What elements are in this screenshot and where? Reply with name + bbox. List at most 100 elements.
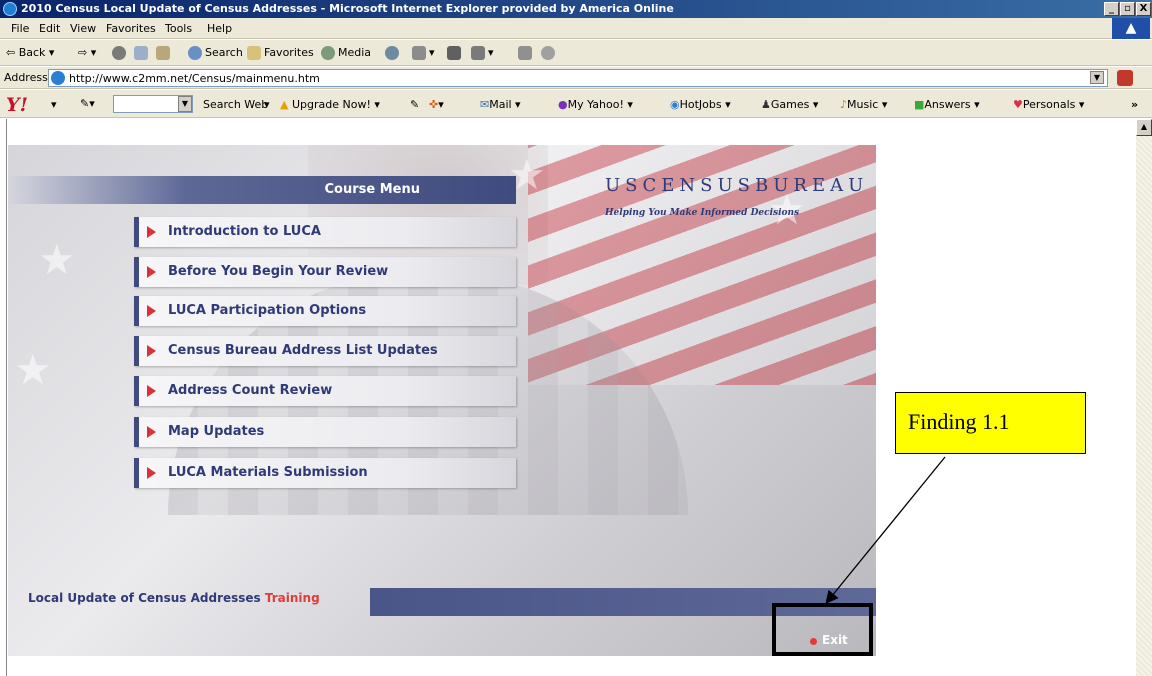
- internet-explorer-icon: [3, 2, 17, 16]
- close-button[interactable]: X: [1136, 2, 1151, 16]
- back-button[interactable]: ⇦ Back ▾: [6, 46, 54, 59]
- answers-button[interactable]: ■Answers ▾: [914, 98, 980, 111]
- address-input[interactable]: http://www.c2mm.net/Census/mainmenu.htm: [48, 69, 1108, 87]
- menu-item-label: Introduction to LUCA: [168, 224, 321, 239]
- search-button[interactable]: Search: [188, 46, 243, 60]
- menu-item-before-review[interactable]: Before You Begin Your Review: [134, 257, 516, 287]
- mail-toolbar-button[interactable]: ▾: [412, 46, 435, 60]
- menu-item-map-updates[interactable]: Map Updates: [134, 417, 516, 447]
- home-button[interactable]: [156, 46, 173, 60]
- stop-button[interactable]: [112, 46, 129, 60]
- yahoo-menu-dropdown[interactable]: ▾: [51, 98, 57, 111]
- personals-label: Personals: [1022, 98, 1076, 111]
- menu-item-label: Before You Begin Your Review: [168, 264, 389, 279]
- messenger-button[interactable]: [541, 46, 558, 60]
- games-icon: ♟: [761, 98, 771, 111]
- heart-icon: ♥: [1013, 98, 1023, 111]
- arrow-right-icon: [147, 305, 156, 317]
- favorites-button[interactable]: Favorites: [247, 46, 314, 60]
- favorites-label: Favorites: [264, 46, 314, 59]
- standard-toolbar: ⇦ Back ▾ ⇨ ▾ Search Favorites Media ▾ ▾: [0, 40, 1152, 66]
- exit-button[interactable]: Exit: [822, 633, 848, 647]
- menu-bar: File Edit View Favorites Tools Help ▲: [0, 18, 1152, 39]
- edit-button[interactable]: ▾: [471, 46, 494, 60]
- my-yahoo-label: My Yahoo!: [567, 98, 624, 111]
- home-icon: [156, 46, 170, 60]
- media-icon: [321, 46, 335, 60]
- my-yahoo-button[interactable]: ●My Yahoo! ▾: [558, 98, 633, 111]
- menu-item-participation-options[interactable]: LUCA Participation Options: [134, 296, 516, 326]
- search-label: Search: [205, 46, 243, 59]
- exit-dot-icon: [810, 638, 817, 645]
- arrow-right-icon: [147, 266, 156, 278]
- menu-tools[interactable]: Tools: [165, 22, 192, 35]
- menu-item-materials-submission[interactable]: LUCA Materials Submission: [134, 458, 516, 488]
- antispy-glyph: ✜: [429, 98, 439, 111]
- print-button[interactable]: [447, 46, 464, 60]
- upgrade-button[interactable]: ▲ Upgrade Now! ▾: [280, 98, 380, 111]
- discuss-button[interactable]: [518, 46, 535, 60]
- music-label: Music: [847, 98, 879, 111]
- vertical-scrollbar[interactable]: ▲: [1136, 119, 1152, 676]
- arrow-right-icon: [147, 226, 156, 238]
- menu-item-label: Map Updates: [168, 424, 265, 439]
- search-web-dropdown[interactable]: ▾: [264, 98, 270, 111]
- highlighter-icon[interactable]: ✎: [410, 98, 419, 111]
- address-bar: Address http://www.c2mm.net/Census/mainm…: [0, 67, 1152, 89]
- maximize-button[interactable]: ▫: [1120, 2, 1135, 16]
- menu-item-label: Census Bureau Address List Updates: [168, 343, 438, 358]
- finding-label: Finding 1.1: [908, 409, 1010, 434]
- arrow-right-icon: [147, 345, 156, 357]
- menu-item-introduction[interactable]: Introduction to LUCA: [134, 217, 516, 247]
- answers-icon: ■: [914, 98, 925, 111]
- edit-icon: [471, 46, 485, 60]
- menu-favorites[interactable]: Favorites: [106, 22, 156, 35]
- arrow-right-icon: [147, 467, 156, 479]
- window-titlebar: 2010 Census Local Update of Census Addre…: [0, 0, 1152, 18]
- footer-title-accent: Training: [264, 591, 320, 605]
- luca-page: ★ ★ ★ ★ Course Menu USCENSUSBUREAU Helpi…: [8, 145, 876, 656]
- menu-view[interactable]: View: [70, 22, 96, 35]
- menu-item-address-count-review[interactable]: Address Count Review: [134, 376, 516, 406]
- history-button[interactable]: [385, 46, 402, 60]
- stop-icon: [112, 46, 126, 60]
- footer-title: Local Update of Census Addresses Trainin…: [28, 591, 320, 605]
- address-label: Address: [4, 71, 48, 84]
- antispy-icon[interactable]: ✜▾: [429, 98, 444, 111]
- acrobat-icon[interactable]: [1117, 70, 1133, 86]
- menu-edit[interactable]: Edit: [39, 22, 60, 35]
- menu-help[interactable]: Help: [207, 22, 232, 35]
- hotjobs-button[interactable]: ◉HotJobs ▾: [670, 98, 731, 111]
- games-button[interactable]: ♟Games ▾: [761, 98, 818, 111]
- toolbar-overflow-button[interactable]: »: [1131, 98, 1138, 111]
- pencil-icon[interactable]: ✎▾: [80, 97, 95, 110]
- search-web-button[interactable]: Search Web: [203, 98, 268, 111]
- upgrade-label: Upgrade Now!: [291, 98, 371, 111]
- music-button[interactable]: ♪Music ▾: [840, 98, 887, 111]
- page-icon: [51, 71, 65, 85]
- arrow-right-icon: [147, 426, 156, 438]
- answers-label: Answers: [924, 98, 971, 111]
- favorites-icon: [247, 46, 261, 60]
- warning-icon: ▲: [280, 98, 289, 111]
- menu-file[interactable]: File: [11, 22, 29, 35]
- menu-item-label: Address Count Review: [168, 383, 333, 398]
- course-menu-header: Course Menu: [8, 176, 516, 204]
- address-dropdown-button[interactable]: ▼: [1090, 71, 1104, 84]
- minimize-button[interactable]: _: [1104, 2, 1119, 16]
- yahoo-search-dropdown[interactable]: ▼: [178, 96, 192, 112]
- yahoo-logo[interactable]: Y!: [6, 94, 28, 116]
- forward-button[interactable]: ⇨ ▾: [78, 46, 96, 59]
- mail-icon: ✉: [480, 98, 490, 111]
- scroll-up-button[interactable]: ▲: [1136, 119, 1152, 136]
- hotjobs-label: HotJobs: [679, 98, 722, 111]
- discuss-icon: [518, 46, 532, 60]
- menu-item-address-list-updates[interactable]: Census Bureau Address List Updates: [134, 336, 516, 366]
- refresh-icon: [134, 46, 148, 60]
- mail-label: Mail: [489, 98, 512, 111]
- refresh-button[interactable]: [134, 46, 151, 60]
- mail-button[interactable]: ✉Mail ▾: [480, 98, 521, 111]
- games-label: Games: [770, 98, 810, 111]
- media-button[interactable]: Media: [321, 46, 371, 60]
- personals-button[interactable]: ♥Personals ▾: [1013, 98, 1084, 111]
